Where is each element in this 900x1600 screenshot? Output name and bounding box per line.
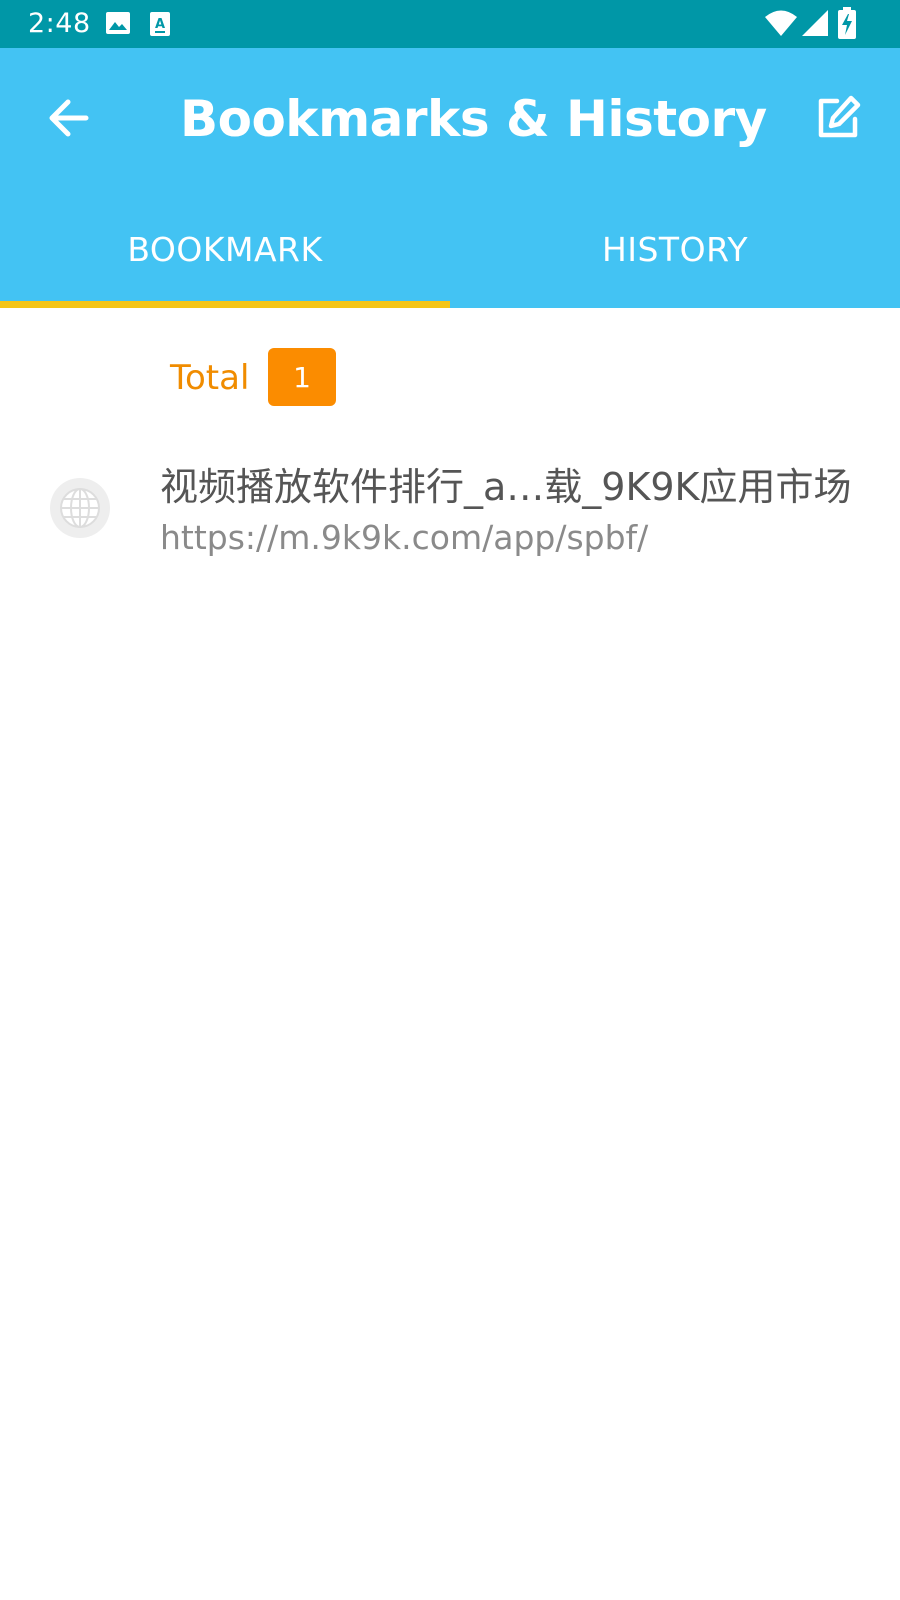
back-button[interactable] [36, 88, 100, 152]
screen: 2:48 A Bookmarks & History BOOKMARK HIST… [0, 0, 900, 1600]
edit-icon [815, 95, 861, 146]
app-bar: Bookmarks & History [0, 48, 900, 190]
list-item[interactable]: 视频播放软件排行_a…载_9K9K应用市场 https://m.9k9k.com… [0, 450, 900, 570]
tab-bookmark[interactable]: BOOKMARK [0, 190, 450, 308]
font-icon: A [150, 12, 170, 41]
svg-text:A: A [155, 17, 165, 32]
total-count-badge: 1 [268, 348, 336, 406]
image-icon [106, 12, 130, 39]
tab-indicator [0, 301, 450, 308]
signal-icon [802, 10, 828, 41]
wifi-icon [764, 10, 798, 41]
tab-history[interactable]: HISTORY [450, 190, 900, 308]
bookmark-url: https://m.9k9k.com/app/spbf/ [160, 518, 649, 557]
globe-icon [50, 478, 110, 538]
battery-charging-icon [838, 7, 856, 44]
status-bar: 2:48 A [0, 0, 900, 48]
arrow-back-icon [46, 96, 90, 145]
status-time: 2:48 [28, 8, 91, 39]
edit-button[interactable] [806, 88, 870, 152]
bookmark-title: 视频播放软件排行_a…载_9K9K应用市场 [160, 465, 852, 509]
tab-bar: BOOKMARK HISTORY [0, 190, 900, 308]
total-label: Total [170, 358, 250, 398]
page-title: Bookmarks & History [180, 90, 767, 148]
